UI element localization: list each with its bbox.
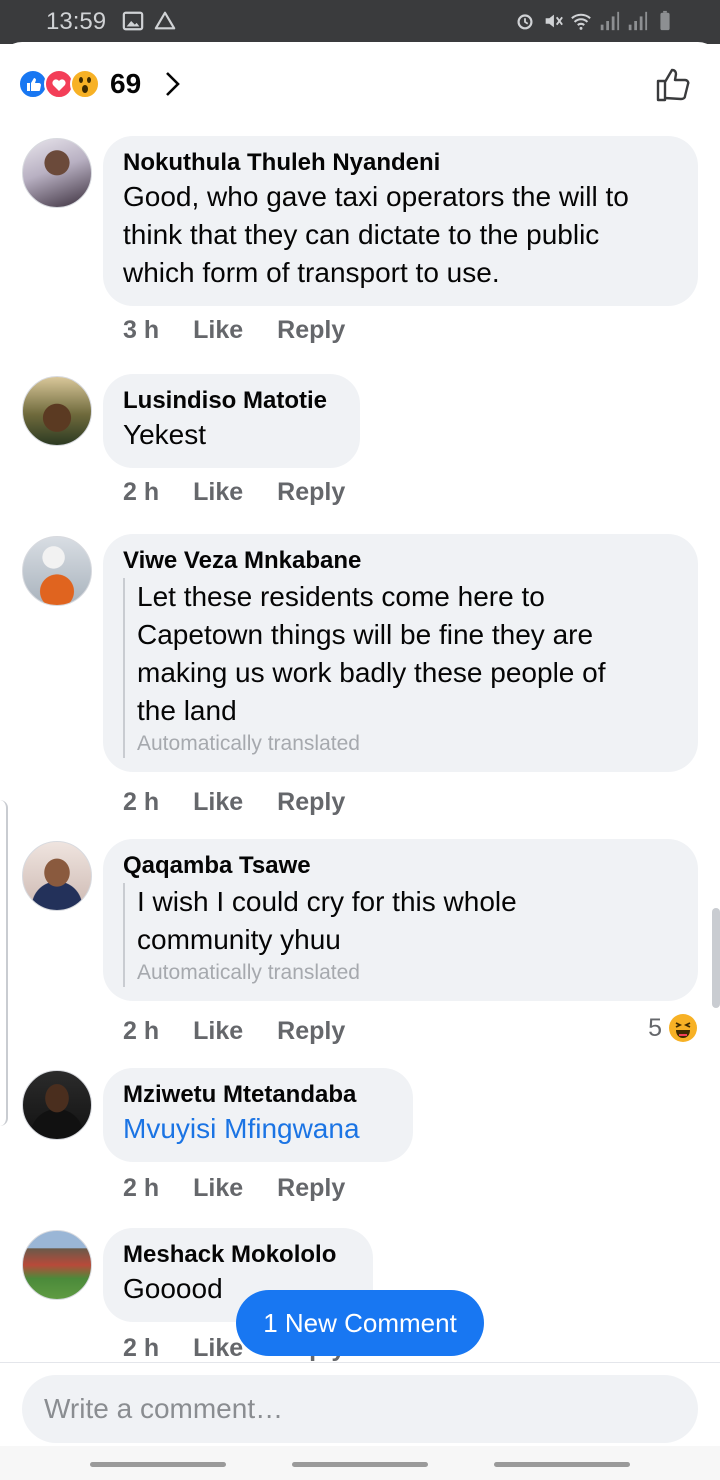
scrollbar-thumb[interactable]	[712, 908, 720, 1008]
auto-translated-note[interactable]: Automatically translated	[137, 730, 678, 758]
comment-line: Let these residents come here to	[137, 581, 545, 612]
nav-handle[interactable]	[292, 1462, 428, 1467]
like-button[interactable]: Like	[193, 1017, 243, 1046]
haha-reaction-icon	[669, 1014, 697, 1042]
auto-translated-note[interactable]: Automatically translated	[137, 959, 678, 987]
wifi-icon	[571, 13, 591, 30]
nav-handle[interactable]	[494, 1462, 630, 1467]
reactions-summary[interactable]: 69	[18, 64, 183, 104]
comment-timestamp[interactable]: 2 h	[123, 1017, 159, 1046]
comment-reactions[interactable]: 5	[648, 1013, 698, 1043]
comment-author[interactable]: Qaqamba Tsawe	[123, 851, 678, 881]
comment-timestamp[interactable]: 2 h	[123, 788, 159, 817]
comment-line: I wish I could cry for this whole	[137, 886, 517, 917]
comment-text: Let these residents come here to Capetow…	[137, 578, 678, 730]
reply-button[interactable]: Reply	[277, 788, 345, 817]
comment-author[interactable]: Meshack Mokololo	[123, 1240, 353, 1270]
mentioned-user-link[interactable]: Mvuyisi Mfingwana	[123, 1110, 393, 1148]
reply-button[interactable]: Reply	[277, 1174, 345, 1203]
comment-line: which form of transport to use.	[123, 257, 500, 288]
avatar[interactable]	[22, 138, 92, 208]
avatar[interactable]	[22, 376, 92, 446]
comment-timestamp[interactable]: 2 h	[123, 1174, 159, 1203]
comment-bubble[interactable]: Lusindiso Matotie Yekest	[103, 374, 360, 468]
thumbs-up-icon[interactable]	[654, 64, 694, 104]
comment-author[interactable]: Viwe Veza Mnkabane	[123, 546, 678, 576]
avatar[interactable]	[22, 1230, 92, 1300]
alarm-icon	[517, 14, 533, 30]
comment-author[interactable]: Mziwetu Mtetandaba	[123, 1080, 393, 1110]
like-button[interactable]: Like	[193, 788, 243, 817]
comment-input[interactable]: Write a comment…	[22, 1375, 698, 1443]
comment-line: community yhuu	[137, 924, 341, 955]
left-edge-handle	[0, 800, 8, 1126]
comment-line: making us work badly these people of	[137, 657, 606, 688]
comment-author[interactable]: Nokuthula Thuleh Nyandeni	[123, 148, 678, 178]
wow-reaction-icon	[70, 69, 100, 99]
comment-line: Capetown things will be fine they are	[137, 619, 594, 650]
comment-timestamp[interactable]: 2 h	[123, 1334, 159, 1363]
reply-button[interactable]: Reply	[277, 1017, 345, 1046]
comment-bubble[interactable]: Nokuthula Thuleh Nyandeni Good, who gave…	[103, 136, 698, 306]
comment-text: Good, who gave taxi operators the will t…	[123, 178, 678, 292]
system-nav-bar	[0, 1446, 720, 1480]
signal-icon	[628, 11, 648, 31]
translated-block: Let these residents come here to Capetow…	[123, 578, 678, 758]
reaction-count: 69	[110, 68, 142, 99]
image-icon	[122, 11, 144, 31]
like-button[interactable]: Like	[193, 1174, 243, 1203]
comment-timestamp[interactable]: 3 h	[123, 316, 159, 345]
avatar[interactable]	[22, 841, 92, 911]
status-bar: 13:59	[0, 0, 720, 44]
battery-icon	[660, 10, 670, 31]
comments-sheet: 69 Nokuthula Thuleh Nyandeni Good, who g…	[0, 42, 720, 1480]
comment-bubble[interactable]: Mziwetu Mtetandaba Mvuyisi Mfingwana	[103, 1068, 413, 1162]
reply-button[interactable]: Reply	[277, 478, 345, 507]
comment-bubble[interactable]: Qaqamba Tsawe I wish I could cry for thi…	[103, 839, 698, 1001]
comment-timestamp[interactable]: 2 h	[123, 478, 159, 507]
signal-icon	[600, 11, 620, 31]
comment-bubble[interactable]: Viwe Veza Mnkabane Let these residents c…	[103, 534, 698, 772]
mute-icon	[545, 14, 563, 28]
like-button[interactable]: Like	[193, 478, 243, 507]
like-button[interactable]: Like	[193, 316, 243, 345]
comment-line: Good, who gave taxi operators the will t…	[123, 181, 629, 212]
chevron-right-icon	[166, 72, 180, 96]
translated-block: I wish I could cry for this whole commun…	[123, 883, 678, 987]
new-comment-button[interactable]: 1 New Comment	[236, 1290, 484, 1356]
comment-author[interactable]: Lusindiso Matotie	[123, 386, 340, 416]
avatar[interactable]	[22, 1070, 92, 1140]
nav-handle[interactable]	[90, 1462, 226, 1467]
comment-text: Yekest	[123, 419, 207, 450]
comment-line: the land	[137, 695, 237, 726]
status-time: 13:59	[46, 8, 107, 35]
comment-line: think that they can dictate to the publi…	[123, 219, 600, 250]
comment-reaction-count: 5	[648, 1013, 662, 1042]
reply-button[interactable]: Reply	[277, 316, 345, 345]
comment-text: I wish I could cry for this whole commun…	[137, 883, 678, 959]
like-button[interactable]: Like	[193, 1334, 243, 1363]
drive-icon	[154, 11, 176, 30]
avatar[interactable]	[22, 536, 92, 606]
